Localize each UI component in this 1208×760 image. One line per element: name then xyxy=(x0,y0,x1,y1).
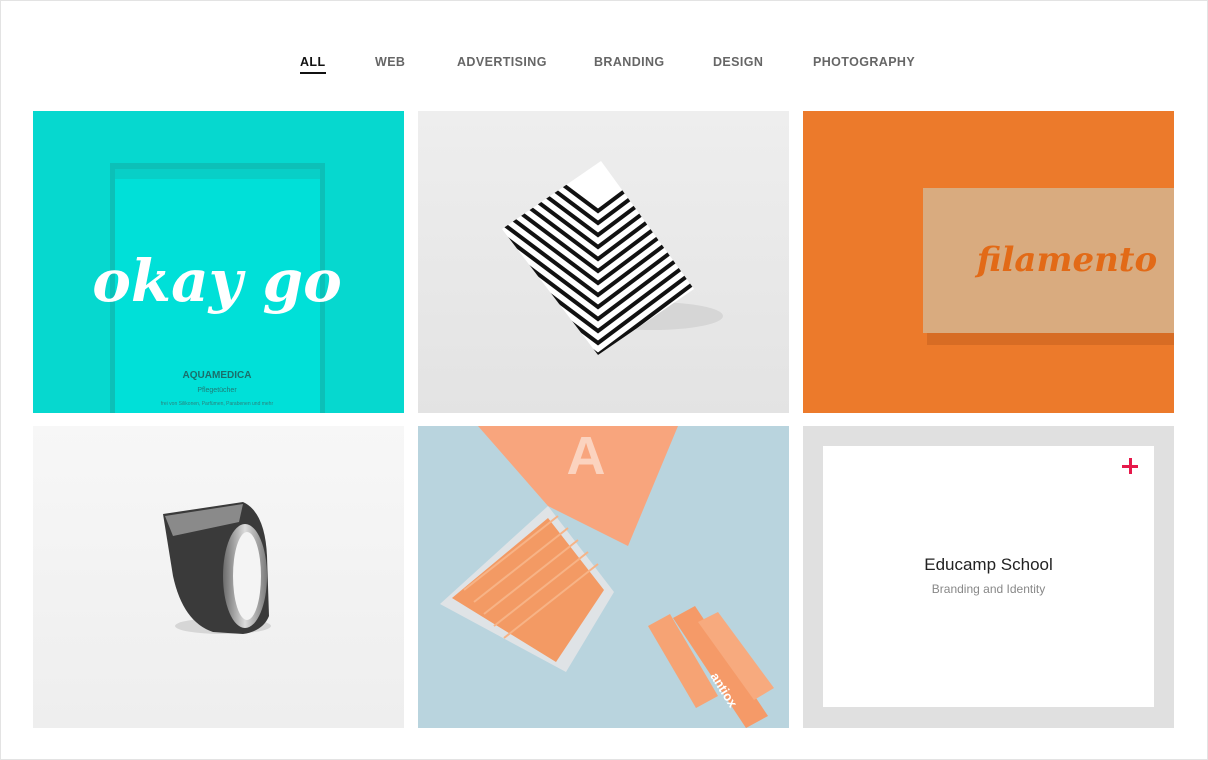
filter-design[interactable]: DESIGN xyxy=(713,55,763,69)
ring-image xyxy=(33,426,404,728)
plus-icon[interactable] xyxy=(1122,458,1138,474)
filter-web[interactable]: WEB xyxy=(375,55,405,69)
aquamedica-brand: AQUAMEDICA xyxy=(183,370,252,381)
portfolio-item-category: Branding and Identity xyxy=(931,582,1046,596)
filter-advertising[interactable]: ADVERTISING xyxy=(457,55,547,69)
filamento-image: filamento xyxy=(803,111,1174,413)
pattern-paper-image xyxy=(418,111,789,413)
portfolio-item-pattern-paper[interactable] xyxy=(418,111,789,413)
filter-all[interactable]: ALL xyxy=(300,55,326,74)
portfolio-hover-card: Educamp School Branding and Identity xyxy=(823,446,1154,707)
portfolio-item-aquamedica[interactable]: okay go AQUAMEDICA Pflegetücher frei von… xyxy=(33,111,404,413)
portfolio-item-educamp[interactable]: Educamp School Branding and Identity xyxy=(803,426,1174,728)
aquamedica-subtitle: Pflegetücher xyxy=(197,387,237,394)
portfolio-filter-nav: ALL WEB ADVERTISING BRANDING DESIGN PHOT… xyxy=(0,55,1208,75)
portfolio-item-filamento[interactable]: filamento xyxy=(803,111,1174,413)
portfolio-item-antiox[interactable]: A antiox xyxy=(418,426,789,728)
portfolio-item-title[interactable]: Educamp School xyxy=(823,555,1154,575)
filamento-lettering: filamento xyxy=(974,240,1157,280)
antiox-image: A antiox xyxy=(418,426,789,728)
okay-go-lettering: okay go xyxy=(92,247,342,315)
letter-a-graphic: A xyxy=(567,426,606,486)
filter-photography[interactable]: PHOTOGRAPHY xyxy=(813,55,915,69)
aquamedica-image: okay go AQUAMEDICA Pflegetücher frei von… xyxy=(33,111,404,413)
filter-branding[interactable]: BRANDING xyxy=(594,55,665,69)
aquamedica-small-text: frei von Silikonen, Parfümen, Parabenen … xyxy=(161,401,274,407)
portfolio-item-ring[interactable] xyxy=(33,426,404,728)
